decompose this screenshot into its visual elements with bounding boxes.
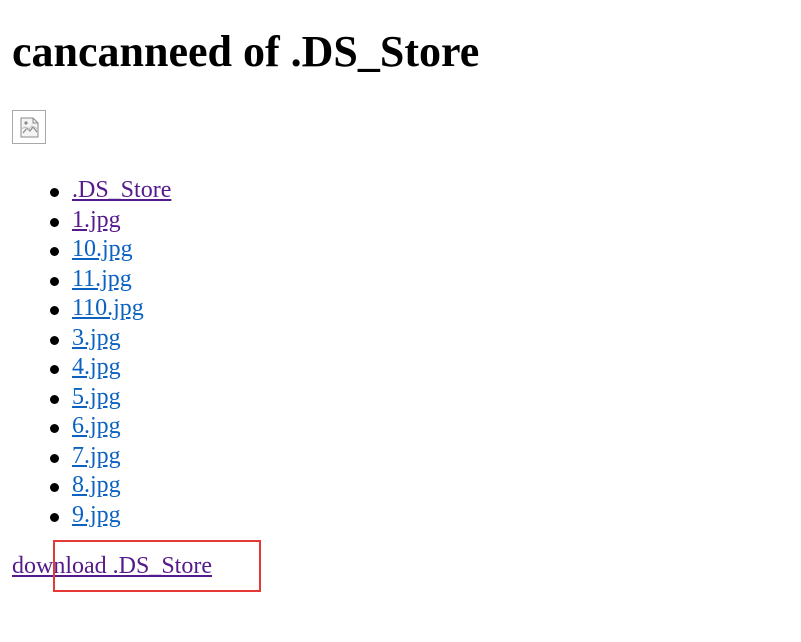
bullet: [50, 188, 59, 197]
list-item: .DS_Store: [50, 176, 171, 206]
bullet: [50, 483, 59, 492]
download-link[interactable]: download .DS_Store: [12, 551, 212, 581]
bullet: [50, 335, 59, 345]
bullet: [50, 512, 59, 522]
file-link[interactable]: 4.jpg: [72, 354, 121, 380]
file-link[interactable]: 6.jpg: [72, 413, 121, 439]
bullet: [50, 365, 59, 374]
file-link[interactable]: 5.jpg: [72, 384, 121, 410]
file-link[interactable]: 1.jpg: [72, 207, 121, 233]
list-item: 11.jpg: [50, 265, 171, 295]
file-list: .DS_Store 1.jpg 10.jpg 11.jpg 110.jpg 3.…: [12, 176, 171, 530]
file-link[interactable]: 9.jpg: [72, 502, 121, 528]
file-link[interactable]: 3.jpg: [72, 325, 121, 351]
list-item: 10.jpg: [50, 235, 171, 265]
broken-image-icon: [12, 110, 46, 144]
bullet: [50, 394, 59, 404]
list-item: 1.jpg: [50, 206, 171, 236]
bullet: [50, 453, 59, 463]
list-item: 4.jpg: [50, 353, 171, 383]
list-item: 9.jpg: [50, 501, 171, 531]
page-title: cancanneed of .DS_Store: [12, 27, 480, 76]
file-link[interactable]: 110.jpg: [72, 295, 144, 321]
broken-image-glyph: [20, 117, 39, 138]
list-item: 3.jpg: [50, 324, 171, 354]
file-link[interactable]: 11.jpg: [72, 266, 132, 292]
bullet: [50, 247, 59, 256]
list-item: 7.jpg: [50, 442, 171, 472]
list-item: 6.jpg: [50, 412, 171, 442]
list-item: 110.jpg: [50, 294, 171, 324]
list-item: 8.jpg: [50, 471, 171, 501]
file-link[interactable]: 10.jpg: [72, 236, 133, 262]
file-link[interactable]: 8.jpg: [72, 472, 121, 498]
file-link[interactable]: .DS_Store: [72, 177, 171, 203]
file-link[interactable]: 7.jpg: [72, 443, 121, 469]
bullet: [50, 306, 59, 315]
bullet: [50, 217, 59, 227]
list-item: 5.jpg: [50, 383, 171, 413]
bullet: [50, 424, 59, 433]
bullet: [50, 276, 59, 286]
